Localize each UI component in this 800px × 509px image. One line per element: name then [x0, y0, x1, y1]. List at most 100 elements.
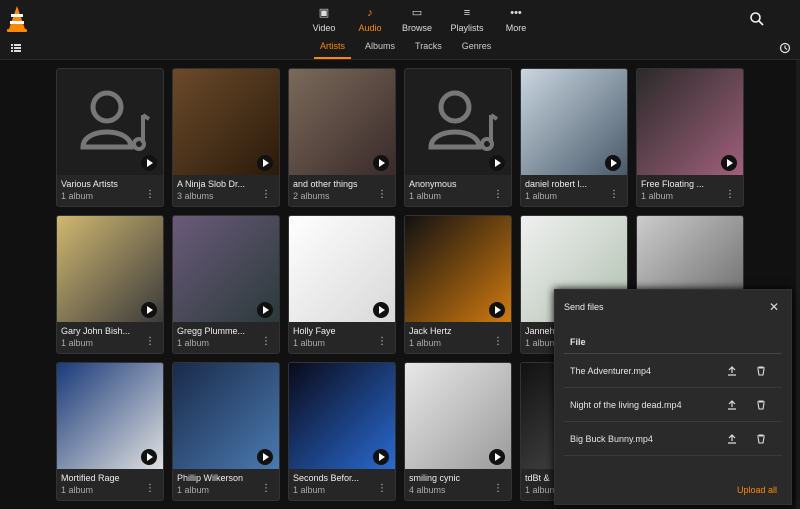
nav-video[interactable]: ▣ Video	[305, 6, 343, 33]
more-options-icon[interactable]: ⋮	[493, 483, 503, 495]
album-count: 3 albums	[177, 191, 214, 201]
tab-tracks[interactable]: Tracks	[405, 41, 452, 57]
nav-browse[interactable]: ▭ Browse	[397, 6, 437, 33]
tab-genres[interactable]: Genres	[452, 41, 502, 57]
history-icon[interactable]	[779, 42, 791, 54]
more-options-icon[interactable]: ⋮	[609, 189, 619, 201]
artist-card[interactable]: Mortified Rage 1 album ⋮	[56, 362, 164, 501]
file-name: Big Buck Bunny.mp4	[570, 433, 653, 444]
more-options-icon[interactable]: ⋮	[145, 483, 155, 495]
album-count: 2 albums	[293, 191, 330, 201]
artist-card[interactable]: Free Floating ... 1 album ⋮	[636, 68, 744, 207]
artist-name: Holly Faye	[293, 326, 336, 336]
artist-card[interactable]: Gary John Bish... 1 album ⋮	[56, 215, 164, 354]
artist-name: Free Floating ...	[641, 179, 705, 189]
artist-name: Seconds Befor...	[293, 473, 360, 483]
more-options-icon[interactable]: ⋮	[145, 189, 155, 201]
nav-audio-label: Audio	[358, 23, 382, 33]
play-button[interactable]	[257, 302, 273, 318]
more-options-icon[interactable]: ⋮	[145, 336, 155, 348]
artist-name: smiling cynic	[409, 473, 461, 483]
more-options-icon[interactable]: ⋮	[377, 483, 387, 495]
artist-name: Various Artists	[61, 179, 118, 189]
close-icon[interactable]: ✕	[769, 301, 781, 313]
files-table: File The Adventurer.mp4 Night of the liv…	[564, 332, 782, 456]
play-button[interactable]	[489, 155, 505, 171]
delete-icon[interactable]	[756, 365, 766, 376]
file-row: Night of the living dead.mp4	[564, 388, 782, 422]
audio-tabs: Artists Albums Tracks Genres	[310, 41, 502, 59]
play-button[interactable]	[605, 155, 621, 171]
main-nav: ▣ Video ♪ Audio ▭ Browse ≡ Playlists •••…	[305, 6, 543, 33]
delete-icon[interactable]	[756, 399, 766, 410]
more-options-icon[interactable]: ⋮	[493, 336, 503, 348]
upload-icon[interactable]	[727, 433, 737, 444]
send-files-dialog: Send files ✕ File The Adventurer.mp4 Nig…	[554, 289, 792, 505]
folder-icon: ▭	[411, 7, 423, 19]
album-count: 1 album	[525, 338, 558, 348]
search-icon[interactable]	[749, 11, 765, 27]
play-button[interactable]	[257, 449, 273, 465]
album-count: 1 album	[293, 485, 326, 495]
tab-albums[interactable]: Albums	[355, 41, 405, 57]
artist-name: daniel robert l...	[525, 179, 588, 189]
album-count: 1 album	[525, 485, 558, 495]
more-options-icon[interactable]: ⋮	[493, 189, 503, 201]
album-count: 1 album	[641, 191, 674, 201]
album-count: 1 album	[409, 191, 442, 201]
play-button[interactable]	[141, 155, 157, 171]
album-count: 1 album	[61, 338, 94, 348]
file-row: The Adventurer.mp4	[564, 354, 782, 388]
play-button[interactable]	[141, 302, 157, 318]
album-count: 1 album	[61, 191, 94, 201]
artist-card[interactable]: Holly Faye 1 album ⋮	[288, 215, 396, 354]
tab-artists[interactable]: Artists	[310, 41, 355, 59]
more-options-icon[interactable]: ⋮	[377, 336, 387, 348]
more-options-icon[interactable]: ⋮	[261, 189, 271, 201]
file-row: Big Buck Bunny.mp4	[564, 422, 782, 456]
play-button[interactable]	[373, 155, 389, 171]
play-button[interactable]	[373, 302, 389, 318]
more-options-icon[interactable]: ⋮	[261, 483, 271, 495]
artist-card[interactable]: Various Artists 1 album ⋮	[56, 68, 164, 207]
play-button[interactable]	[489, 449, 505, 465]
scrollbar[interactable]	[796, 60, 800, 509]
artist-card[interactable]: Gregg Plumme... 1 album ⋮	[172, 215, 280, 354]
play-button[interactable]	[721, 155, 737, 171]
dialog-title: Send files	[564, 302, 604, 312]
artist-card[interactable]: A Ninja Slob Dr... 3 albums ⋮	[172, 68, 280, 207]
upload-all-button[interactable]: Upload all	[737, 485, 777, 495]
more-options-icon[interactable]: ⋮	[377, 189, 387, 201]
album-count: 1 album	[61, 485, 94, 495]
upload-icon[interactable]	[727, 365, 737, 376]
play-button[interactable]	[257, 155, 273, 171]
artist-card[interactable]: Jack Hertz 1 album ⋮	[404, 215, 512, 354]
artist-card[interactable]: and other things 2 albums ⋮	[288, 68, 396, 207]
nav-playlists[interactable]: ≡ Playlists	[445, 6, 489, 33]
more-options-icon[interactable]: ⋮	[261, 336, 271, 348]
upload-icon[interactable]	[727, 399, 737, 410]
list-view-icon[interactable]	[11, 44, 21, 52]
play-button[interactable]	[373, 449, 389, 465]
artist-card[interactable]: Seconds Befor... 1 album ⋮	[288, 362, 396, 501]
play-button[interactable]	[489, 302, 505, 318]
nav-video-label: Video	[312, 23, 336, 33]
album-count: 1 album	[177, 338, 210, 348]
play-button[interactable]	[141, 449, 157, 465]
artist-card[interactable]: Anonymous 1 album ⋮	[404, 68, 512, 207]
album-count: 1 album	[293, 338, 326, 348]
file-column-header: File	[564, 332, 782, 354]
more-dots-icon: •••	[510, 7, 522, 19]
artist-card[interactable]: smiling cynic 4 albums ⋮	[404, 362, 512, 501]
vlc-logo	[7, 6, 27, 32]
artist-name: Gary John Bish...	[61, 326, 131, 336]
nav-more[interactable]: ••• More	[497, 6, 535, 33]
nav-playlists-label: Playlists	[450, 23, 484, 33]
nav-audio[interactable]: ♪ Audio	[351, 6, 389, 33]
music-note-icon: ♪	[367, 7, 373, 19]
more-options-icon[interactable]: ⋮	[725, 189, 735, 201]
delete-icon[interactable]	[756, 433, 766, 444]
artist-card[interactable]: Phillip Wilkerson 1 album ⋮	[172, 362, 280, 501]
artist-card[interactable]: daniel robert l... 1 album ⋮	[520, 68, 628, 207]
album-count: 1 album	[409, 338, 442, 348]
